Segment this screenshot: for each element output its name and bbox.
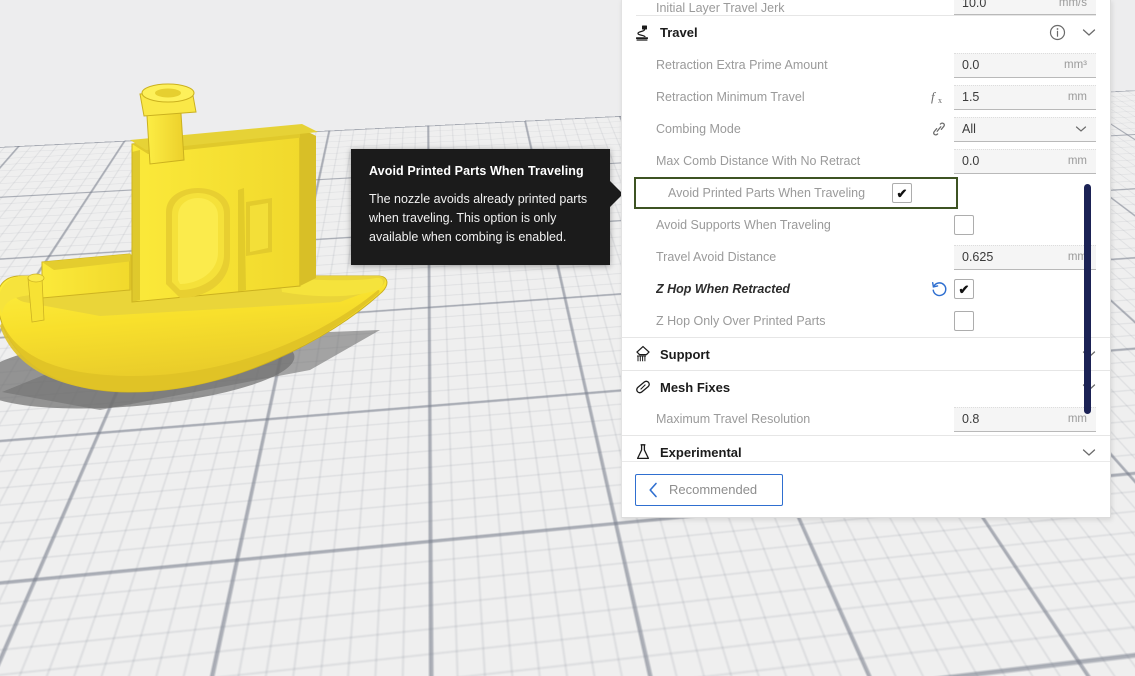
setting-row-z-hop-when-retracted[interactable]: Z Hop When Retracted ✔	[622, 273, 1110, 305]
mesh-fixes-icon	[634, 378, 660, 396]
chevron-down-icon[interactable]	[1082, 448, 1096, 457]
section-title: Experimental	[660, 444, 742, 460]
setting-row-retraction-extra-prime-amount[interactable]: Retraction Extra Prime Amount 0.0 mm³	[622, 49, 1110, 81]
checkbox-z-hop-only-over-printed-parts[interactable]	[954, 311, 974, 331]
setting-checkbox-holder	[954, 311, 1096, 331]
setting-label: Combing Mode	[656, 122, 741, 136]
slice-action-panel: Slice	[808, 625, 1135, 676]
checkmark-icon: ✔	[958, 281, 970, 297]
setting-row-avoid-supports-when-traveling[interactable]: Avoid Supports When Traveling	[622, 209, 1110, 241]
setting-value-field[interactable]: 0.0 mm³	[954, 52, 1096, 78]
chevron-down-icon[interactable]	[1075, 125, 1087, 133]
setting-value: 0.8	[962, 412, 980, 426]
chevron-left-icon	[648, 482, 659, 498]
slice-button[interactable]: Slice	[825, 634, 1118, 668]
setting-checkbox-holder: ✔	[892, 183, 942, 203]
setting-value-field[interactable]: 1.5 mm	[954, 84, 1096, 110]
section-header-experimental[interactable]: Experimental	[622, 435, 1110, 461]
setting-value: 0.625	[962, 250, 994, 264]
setting-label: Retraction Minimum Travel	[656, 90, 805, 104]
section-header-support[interactable]: Support	[622, 337, 1110, 370]
setting-label: Maximum Travel Resolution	[656, 412, 811, 426]
setting-label: Travel Avoid Distance	[656, 250, 777, 264]
setting-row-avoid-printed-parts-when-traveling[interactable]: Avoid Printed Parts When Traveling ✔	[634, 177, 958, 209]
setting-row-retraction-minimum-travel[interactable]: Retraction Minimum Travel f x 1.5 mm	[622, 81, 1110, 113]
svg-text:x: x	[938, 96, 942, 105]
section-header-travel[interactable]: Travel	[622, 16, 1110, 49]
setting-checkbox-holder	[954, 215, 1096, 235]
tooltip-body: The nozzle avoids already printed parts …	[369, 192, 588, 244]
checkbox-avoid-supports[interactable]	[954, 215, 974, 235]
setting-label: Avoid Supports When Traveling	[656, 218, 831, 232]
setting-row-travel-avoid-distance[interactable]: Travel Avoid Distance 0.625 mm	[622, 241, 1110, 273]
setting-label: Max Comb Distance With No Retract	[656, 154, 861, 168]
setting-row-initial-layer-travel-jerk[interactable]: Initial Layer Travel Jerk 10.0 mm/s	[622, 0, 1110, 15]
tooltip-title: Avoid Printed Parts When Traveling	[369, 164, 584, 178]
setting-row-combing-mode[interactable]: Combing Mode All	[622, 113, 1110, 145]
checkmark-icon: ✔	[896, 185, 908, 201]
setting-unit: mm	[1067, 91, 1087, 103]
setting-unit: mm	[1067, 155, 1087, 167]
cura-application-window: Avoid Printed Parts When Traveling The n…	[0, 0, 1135, 676]
setting-value-field[interactable]: 0.625 mm	[954, 244, 1096, 270]
setting-row-maximum-travel-resolution[interactable]: Maximum Travel Resolution 0.8 mm	[622, 403, 1110, 435]
function-fx-icon[interactable]: f x	[924, 88, 954, 106]
settings-scroll-area[interactable]: Initial Layer Travel Jerk 10.0 mm/s Trav…	[622, 0, 1110, 461]
chevron-down-icon[interactable]	[1082, 28, 1096, 37]
checkbox-avoid-printed-parts[interactable]: ✔	[892, 183, 912, 203]
setting-label: Avoid Printed Parts When Traveling	[668, 186, 866, 200]
setting-dropdown-field[interactable]: All	[954, 116, 1096, 142]
setting-tooltip: Avoid Printed Parts When Traveling The n…	[351, 149, 623, 265]
recommended-button[interactable]: Recommended	[635, 473, 783, 506]
info-icon[interactable]	[1049, 24, 1066, 41]
print-settings-panel: Initial Layer Travel Jerk 10.0 mm/s Trav…	[621, 0, 1111, 518]
setting-checkbox-holder: ✔	[954, 279, 1096, 299]
revert-icon[interactable]	[924, 280, 954, 298]
section-title: Mesh Fixes	[660, 379, 731, 395]
setting-unit: mm/s	[1058, 0, 1087, 9]
settings-scrollbar[interactable]	[1084, 184, 1091, 414]
setting-value: All	[962, 122, 976, 136]
section-title: Support	[660, 346, 710, 362]
travel-icon	[634, 24, 660, 42]
setting-row-z-hop-only-over-printed-parts[interactable]: Z Hop Only Over Printed Parts	[622, 305, 1110, 337]
section-header-mesh-fixes[interactable]: Mesh Fixes	[622, 370, 1110, 403]
svg-text:f: f	[931, 89, 937, 104]
setting-label: Z Hop When Retracted	[656, 282, 791, 296]
setting-unit: mm³	[1064, 59, 1087, 71]
checkbox-z-hop-when-retracted[interactable]: ✔	[954, 279, 974, 299]
setting-value: 0.0	[962, 154, 980, 168]
setting-value: 10.0	[962, 0, 987, 10]
setting-value: 1.5	[962, 90, 980, 104]
link-chain-icon[interactable]	[924, 120, 954, 138]
recommended-label: Recommended	[669, 482, 758, 497]
setting-unit: mm	[1067, 413, 1087, 425]
setting-label: Z Hop Only Over Printed Parts	[656, 314, 826, 328]
setting-value: 0.0	[962, 58, 980, 72]
setting-value-field[interactable]: 0.8 mm	[954, 406, 1096, 432]
setting-label: Initial Layer Travel Jerk	[656, 1, 785, 15]
setting-value-field[interactable]: 10.0 mm/s	[954, 0, 1096, 15]
settings-panel-footer: Recommended	[622, 461, 1110, 517]
support-icon	[634, 345, 660, 363]
setting-label: Retraction Extra Prime Amount	[656, 58, 828, 72]
section-title: Travel	[660, 25, 698, 40]
experimental-icon	[634, 443, 660, 461]
setting-value-field[interactable]: 0.0 mm	[954, 148, 1096, 174]
setting-row-max-comb-distance-with-no-retract[interactable]: Max Comb Distance With No Retract 0.0 mm	[622, 145, 1110, 177]
